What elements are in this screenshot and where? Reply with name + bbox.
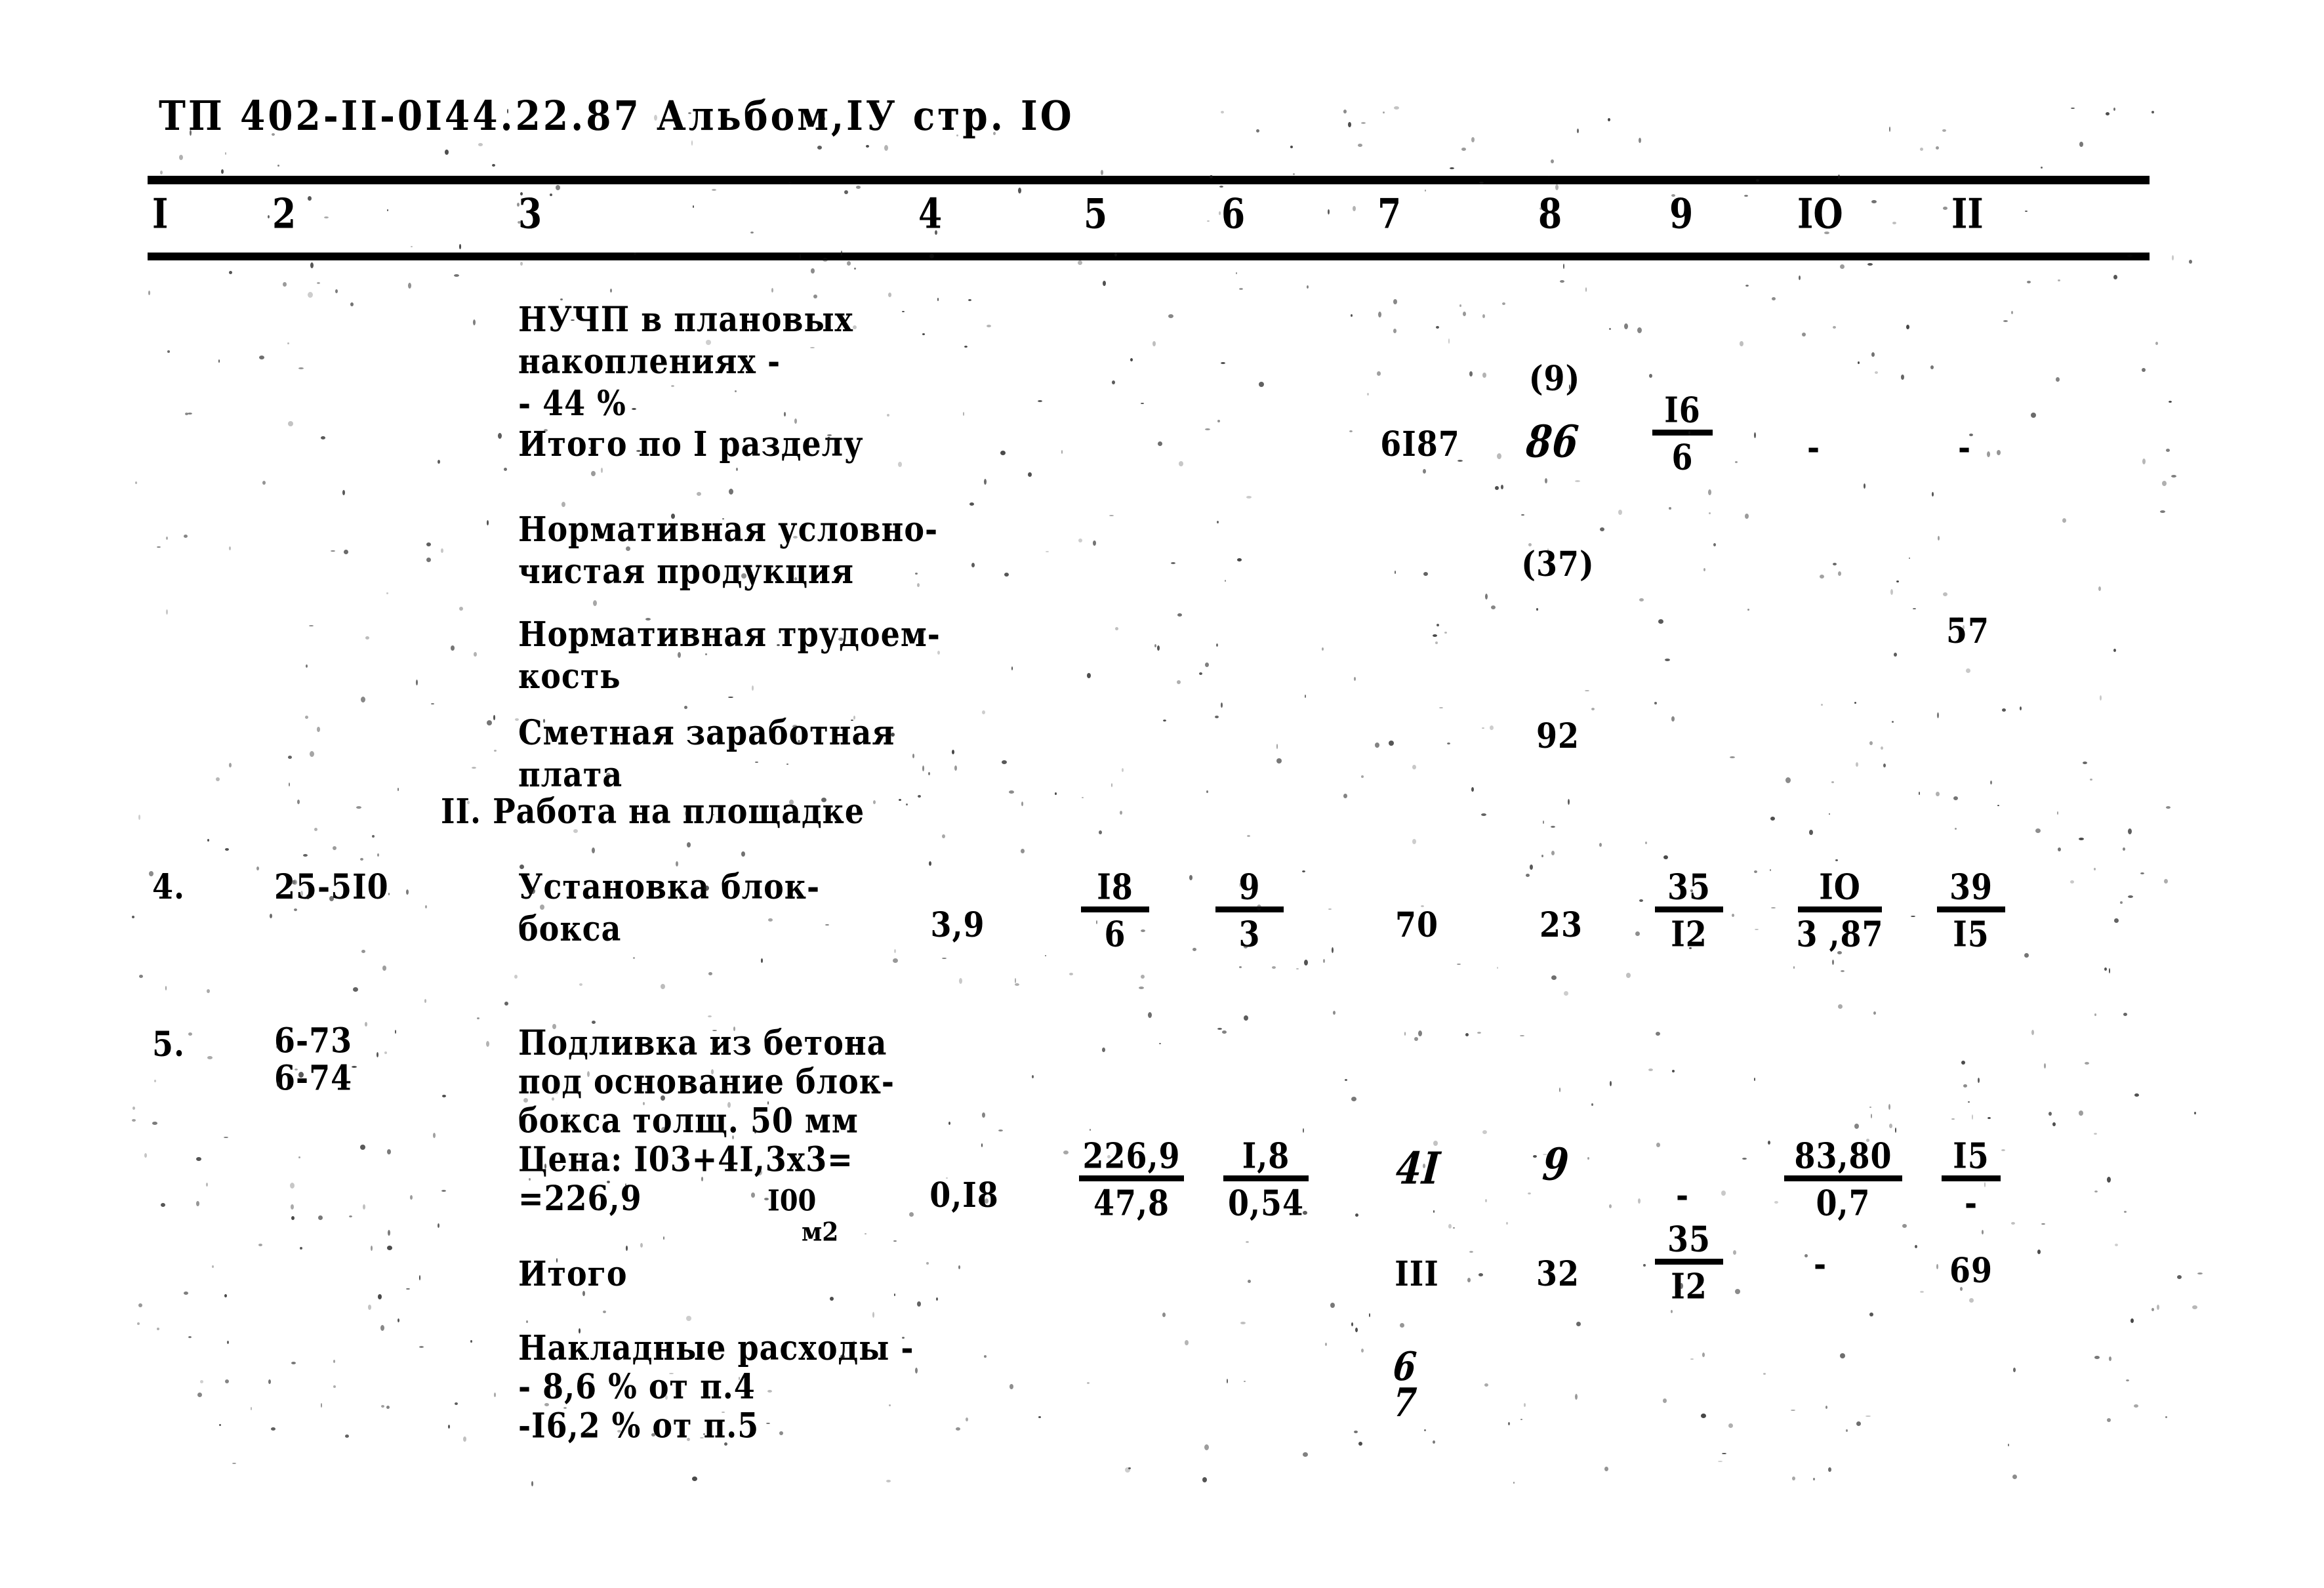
row-5-unit-numerator: I00 bbox=[767, 1184, 817, 1218]
row-4-code: 25-5I0 bbox=[274, 866, 389, 907]
row-itogo-2-col11: 69 bbox=[1949, 1250, 1993, 1291]
row-4-col11-numerator: 39 bbox=[1949, 866, 1993, 908]
section-heading-2: II. Работа на площадке bbox=[441, 791, 865, 832]
row-nuchp-product-description: Нормативная условно- чистая продукция bbox=[518, 509, 939, 592]
row-itogo-razdel-1-col7: 6I87 bbox=[1380, 424, 1460, 464]
row-4-col7: 70 bbox=[1395, 905, 1438, 945]
row-trudoemkost-description: Нормативная трудоем- кость bbox=[518, 614, 941, 697]
row-nuchp-product-col8: (37) bbox=[1521, 544, 1595, 584]
fraction-bar bbox=[1655, 906, 1723, 912]
row-zarplata-description: Сметная заработная плата bbox=[518, 712, 895, 795]
row-itogo-2-col9-numerator: 35 bbox=[1667, 1218, 1711, 1260]
row-itogo-razdel-1-col8: 86 bbox=[1524, 416, 1581, 468]
row-4-col5-denominator: 6 bbox=[1104, 913, 1126, 955]
fraction-bar bbox=[1079, 1175, 1184, 1181]
row-4-col11-fraction: 39 I5 bbox=[1922, 866, 2020, 955]
row-itogo-2-col10: - bbox=[1813, 1244, 1827, 1284]
scanned-page: ТП 402-II-0I44.22.87 Альбом,IУ стр. IO I… bbox=[0, 0, 2324, 1588]
row-5-col4: 0,I8 bbox=[929, 1175, 999, 1215]
row-5-code: 6-73 6-74 bbox=[274, 1020, 353, 1099]
fraction-bar bbox=[1223, 1175, 1309, 1181]
row-itogo-razdel-1-description: Итого по I разделу bbox=[518, 424, 864, 464]
row-4-col10-fraction: IO 3 ,87 bbox=[1771, 866, 1909, 955]
row-itogo-razdel-1-col9-numerator: I6 bbox=[1664, 389, 1701, 431]
row-5-col5-fraction: 226,9 47,8 bbox=[1056, 1135, 1207, 1224]
table-body: НУЧП в плановых накоплениях - - 44 % (9)… bbox=[0, 0, 2324, 1588]
fraction-bar bbox=[1942, 1175, 2001, 1181]
row-4-col5-numerator: I8 bbox=[1097, 866, 1133, 908]
row-itogo-2-col9-fraction: 35 I2 bbox=[1640, 1218, 1738, 1307]
row-4-col11-denominator: I5 bbox=[1953, 913, 1989, 955]
row-itogo-2-col8: 32 bbox=[1536, 1253, 1580, 1294]
row-5-col10-numerator: 83,80 bbox=[1794, 1135, 1892, 1177]
row-itogo-razdel-1-col10: - bbox=[1806, 427, 1821, 468]
row-itogo-razdel-1-col9-denominator: 6 bbox=[1671, 436, 1694, 478]
row-4-number: 4. bbox=[152, 866, 186, 907]
row-5-col11-denominator: - bbox=[1964, 1182, 1978, 1224]
row-zarplata-col8: 92 bbox=[1536, 716, 1580, 756]
row-4-col4: 3,9 bbox=[930, 905, 985, 945]
row-5-col11-fraction: I5 - bbox=[1922, 1135, 2020, 1224]
row-4-col6-numerator: 9 bbox=[1238, 866, 1261, 908]
row-4-col8: 23 bbox=[1539, 905, 1583, 945]
row-nuchp-col8: (9) bbox=[1528, 358, 1581, 399]
row-5-col6-denominator: 0,54 bbox=[1227, 1182, 1305, 1224]
fraction-bar bbox=[1215, 906, 1284, 912]
row-4-col9-numerator: 35 bbox=[1667, 866, 1711, 908]
row-5-col10-denominator: 0,7 bbox=[1816, 1182, 1871, 1224]
row-5-number: 5. bbox=[152, 1024, 186, 1065]
row-5-col8: 9 bbox=[1540, 1139, 1572, 1191]
row-5-col5-denominator: 47,8 bbox=[1093, 1182, 1170, 1224]
row-5-unit-denominator: м2 bbox=[802, 1217, 839, 1248]
row-nakladnye-description: Накладные расходы - - 8,6 % от п.4 -I6,2… bbox=[518, 1327, 914, 1446]
row-4-col9-denominator: I2 bbox=[1671, 913, 1707, 955]
row-4-description: Установка блок- бокса bbox=[518, 866, 821, 949]
row-4-col9-fraction: 35 I2 bbox=[1640, 866, 1738, 955]
fraction-bar bbox=[1798, 906, 1882, 912]
row-4-col10-numerator: IO bbox=[1819, 866, 1861, 908]
row-4-col10-denominator: 3 ,87 bbox=[1796, 913, 1884, 955]
row-5-col6-numerator: I,8 bbox=[1242, 1135, 1290, 1177]
row-itogo-razdel-1-col11: - bbox=[1957, 427, 1972, 468]
row-itogo-2-col9-denominator: I2 bbox=[1671, 1265, 1707, 1307]
row-4-col6-fraction: 9 3 bbox=[1200, 866, 1299, 955]
row-5-col10-fraction: 83,80 0,7 bbox=[1764, 1135, 1922, 1224]
row-4-col5-fraction: I8 6 bbox=[1066, 866, 1164, 955]
row-trudoemkost-col11: 57 bbox=[1946, 611, 1989, 651]
row-5-col5-numerator: 226,9 bbox=[1082, 1135, 1181, 1177]
fraction-bar bbox=[1655, 1259, 1723, 1265]
fraction-bar bbox=[1784, 1175, 1902, 1181]
row-5-col9: - bbox=[1675, 1175, 1690, 1215]
row-itogo-razdel-1-col9-fraction: I6 6 bbox=[1640, 389, 1725, 478]
row-4-col6-denominator: 3 bbox=[1238, 913, 1261, 955]
fraction-bar bbox=[1081, 906, 1149, 912]
row-itogo-2-col7: III bbox=[1395, 1253, 1439, 1294]
fraction-bar bbox=[1937, 906, 2005, 912]
row-nakladnye-col7-bottom: 7 bbox=[1391, 1379, 1419, 1426]
row-itogo-2-description: Итого bbox=[518, 1253, 628, 1294]
row-5-col11-numerator: I5 bbox=[1953, 1135, 1989, 1177]
row-nuchp-description: НУЧП в плановых накоплениях - - 44 % bbox=[518, 299, 853, 424]
row-5-col6-fraction: I,8 0,54 bbox=[1200, 1135, 1332, 1224]
row-5-col7: 4I bbox=[1393, 1143, 1443, 1195]
fraction-bar bbox=[1652, 430, 1713, 436]
